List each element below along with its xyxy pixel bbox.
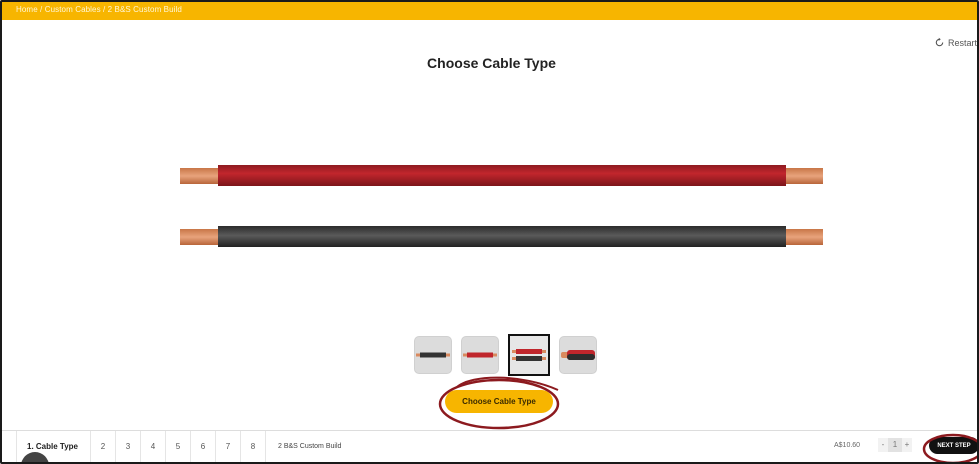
next-step-button[interactable]: NEXT STEP (929, 437, 977, 454)
app-window: Home / Custom Cables / 2 B&S Custom Buil… (0, 0, 979, 464)
product-name: 2 B&S Custom Build (277, 443, 342, 450)
step-4[interactable]: 4 (141, 431, 166, 462)
price: A$10.60 (834, 442, 861, 449)
twin-sheathed-cable-icon (561, 350, 595, 360)
quantity-decrease-button[interactable]: - (878, 438, 888, 452)
quantity-stepper: - 1 + (878, 438, 912, 452)
step-6[interactable]: 6 (191, 431, 216, 462)
cable-option-3[interactable] (508, 334, 550, 376)
cable-option-1[interactable] (414, 336, 452, 374)
black-cable (180, 226, 823, 247)
step-list: 1. Cable Type 2 3 4 5 6 7 8 2 B&S Custom… (16, 431, 341, 462)
step-2[interactable]: 2 (91, 431, 116, 462)
single-red-cable-icon (463, 352, 497, 358)
step-3[interactable]: 3 (116, 431, 141, 462)
step-7[interactable]: 7 (216, 431, 241, 462)
cable-option-2[interactable] (461, 336, 499, 374)
red-cable (180, 165, 823, 186)
quantity-increase-button[interactable]: + (902, 438, 912, 452)
twin-cable-icon (512, 349, 546, 361)
step-8[interactable]: 8 (241, 431, 266, 462)
annotation-circle-cta-tail (456, 376, 559, 391)
steps-bar: 1. Cable Type 2 3 4 5 6 7 8 2 B&S Custom… (2, 430, 977, 462)
cable-type-options (414, 334, 597, 376)
choose-cable-type-button[interactable]: Choose Cable Type (445, 390, 553, 413)
cta-wrap: Choose Cable Type (445, 390, 553, 413)
cable-option-4[interactable] (559, 336, 597, 374)
single-cable-icon (416, 352, 450, 358)
cable-preview (180, 165, 823, 247)
quantity-input[interactable]: 1 (888, 438, 902, 452)
step-5[interactable]: 5 (166, 431, 191, 462)
